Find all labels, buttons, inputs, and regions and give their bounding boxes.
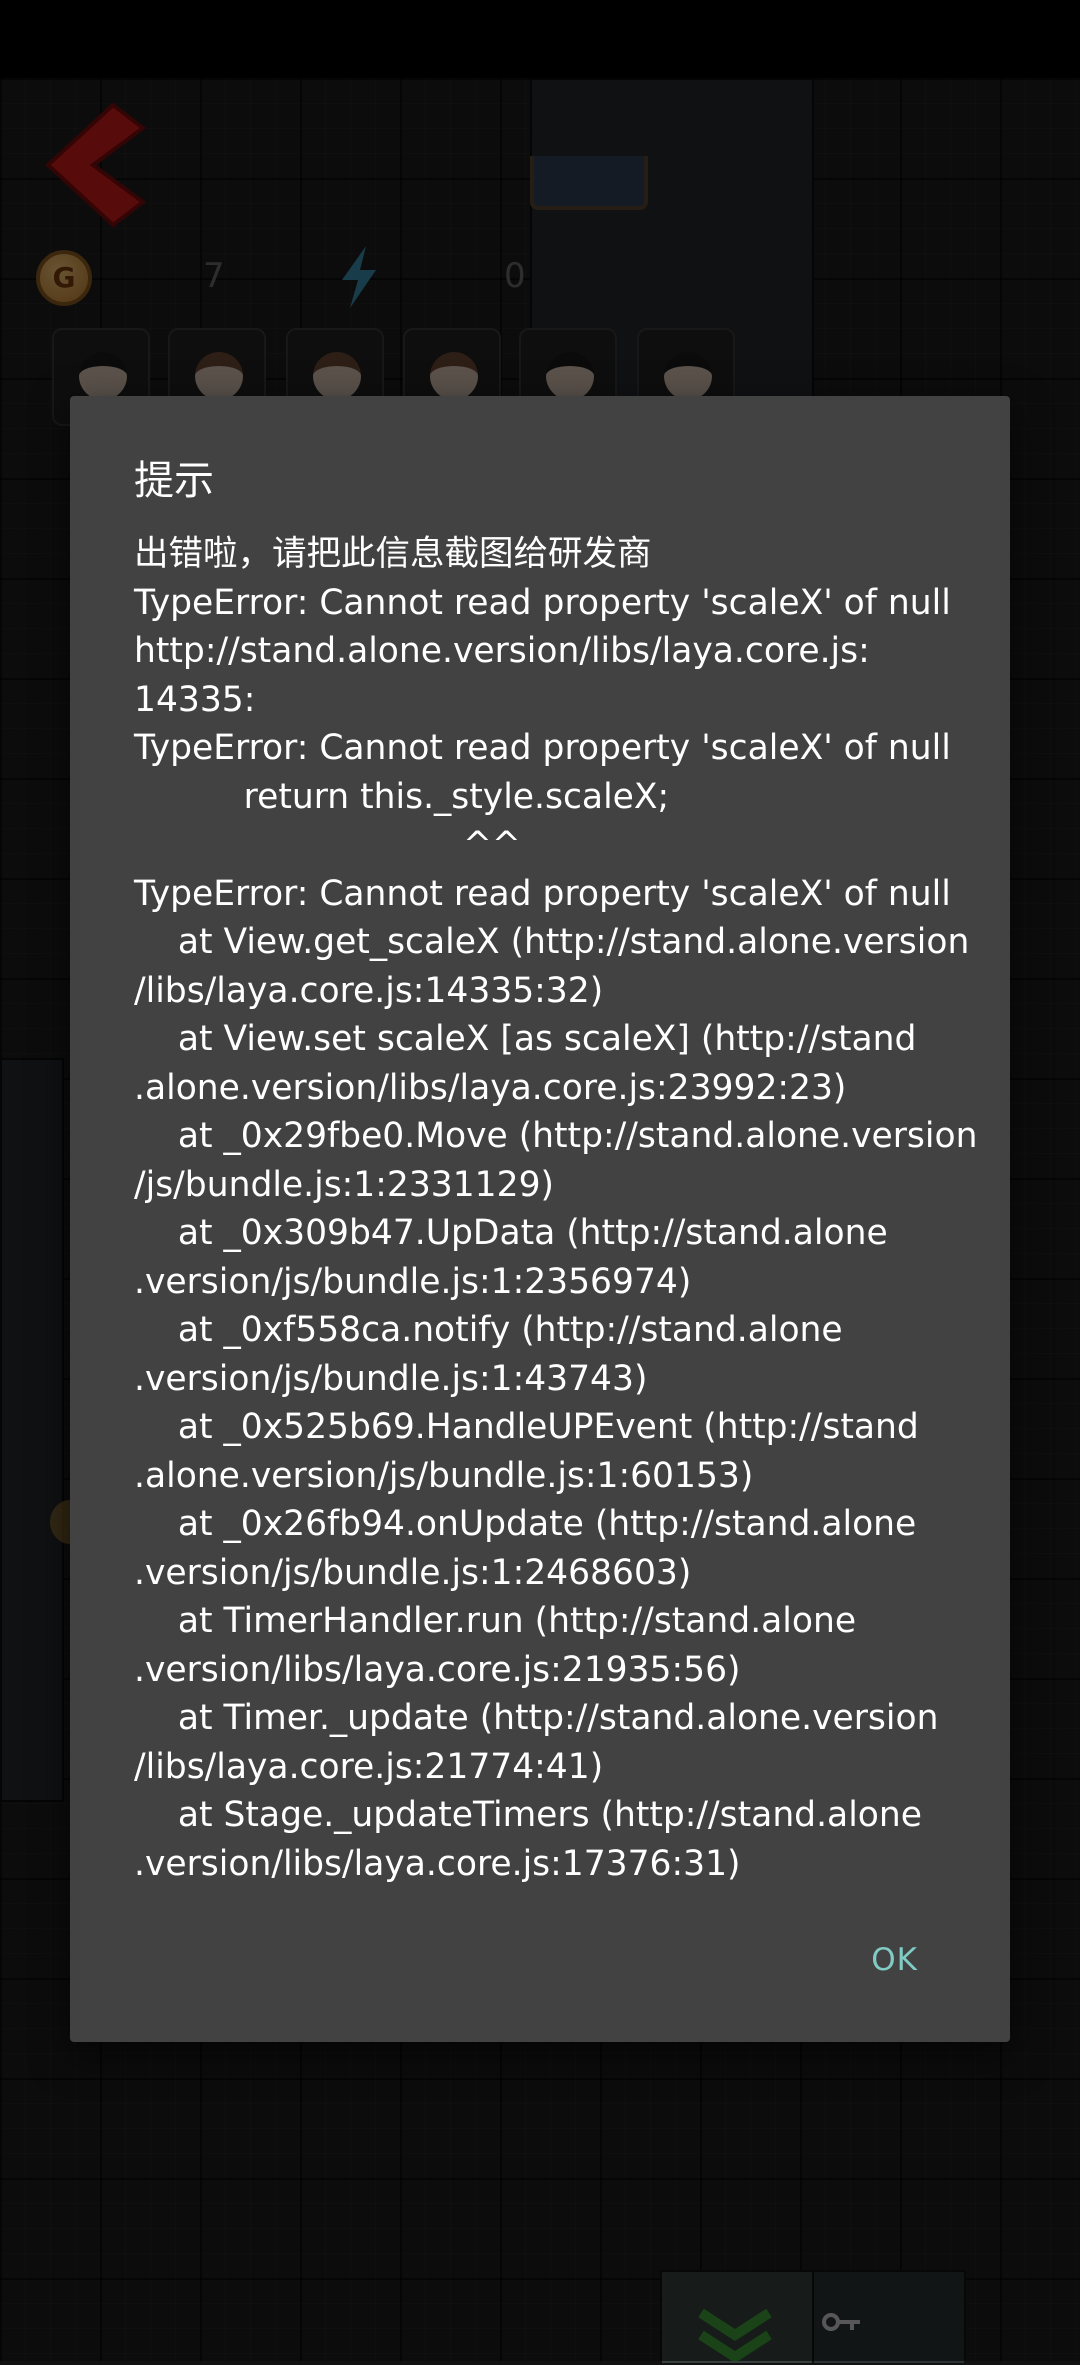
dialog-message-line: /libs/laya.core.js:14335:32) <box>134 970 604 1011</box>
dialog-message-line: at _0x26fb94.onUpdate (http://stand.alon… <box>134 1504 917 1544</box>
dialog-message-line: at _0x29fbe0.Move (http://stand.alone.ve… <box>134 1116 978 1156</box>
dialog-message-line: /libs/laya.core.js:21774:41) <box>134 1746 604 1787</box>
dialog-message-line: .version/libs/laya.core.js:17376:31) <box>134 1843 741 1884</box>
dialog-message-line: .alone.version/js/bundle.js:1:60153) <box>134 1455 754 1496</box>
dialog-message-line: /js/bundle.js:1:2331129) <box>134 1164 554 1205</box>
dialog-message-line: .version/js/bundle.js:1:43743) <box>134 1358 648 1399</box>
dialog-message: 出错啦，请把此信息截图给研发商 TypeError: Cannot read pr… <box>134 530 984 1888</box>
dialog-message-line: .version/libs/laya.core.js:21935:56) <box>134 1649 741 1690</box>
dialog-message-line: TypeError: Cannot read property 'scaleX'… <box>134 873 951 914</box>
dialog-message-line: at View.get_scaleX (http://stand.alone.v… <box>134 922 970 962</box>
error-dialog: 提示 出错啦，请把此信息截图给研发商 TypeError: Cannot read… <box>70 396 1010 2042</box>
dialog-message-line: at Timer._update (http://stand.alone.ver… <box>134 1698 939 1738</box>
dialog-message-line: return this._style.scaleX; <box>134 776 670 817</box>
dialog-message-line: at TimerHandler.run (http://stand.alone <box>134 1601 857 1641</box>
dialog-message-line: 14335: <box>134 679 256 720</box>
ok-button[interactable]: OK <box>859 1934 930 1986</box>
dialog-message-line: TypeError: Cannot read property 'scaleX'… <box>134 728 951 768</box>
dialog-message-line: at Stage._updateTimers (http://stand.alo… <box>134 1795 922 1835</box>
dialog-message-line: ^^ <box>134 825 521 865</box>
dialog-message-line: at _0xf558ca.notify (http://stand.alone <box>134 1310 843 1350</box>
dialog-message-line: TypeError: Cannot read property 'scaleX'… <box>134 582 951 623</box>
dialog-message-line: .alone.version/libs/laya.core.js:23992:2… <box>134 1067 847 1108</box>
dialog-message-line: .version/js/bundle.js:1:2356974) <box>134 1261 692 1302</box>
dialog-message-line: http://stand.alone.version/libs/laya.cor… <box>134 631 870 671</box>
dialog-message-line: at _0x525b69.HandleUPEvent (http://stand <box>134 1407 919 1447</box>
dialog-message-line: at View.set scaleX [as scaleX] (http://s… <box>134 1019 917 1059</box>
dialog-title: 提示 <box>134 458 214 504</box>
dialog-message-line: 出错啦，请把此信息截图给研发商 <box>134 534 652 574</box>
dialog-message-line: .version/js/bundle.js:1:2468603) <box>134 1552 692 1593</box>
dialog-message-line: at _0x309b47.UpData (http://stand.alone <box>134 1213 888 1253</box>
